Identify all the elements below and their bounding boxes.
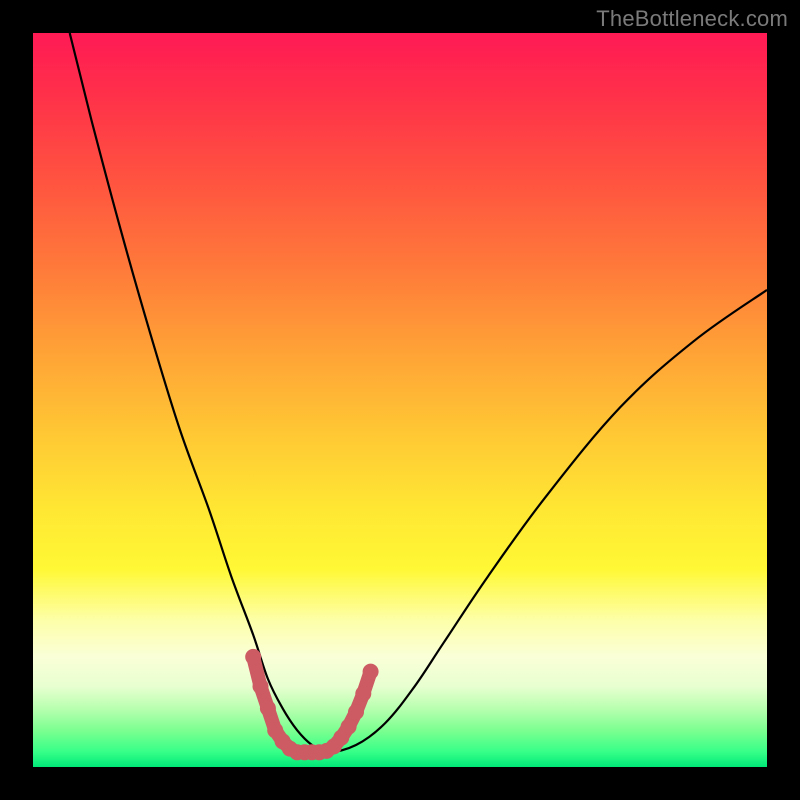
watermark-text: TheBottleneck.com xyxy=(596,6,788,32)
optimal-marker xyxy=(253,678,269,694)
optimal-marker xyxy=(363,664,379,680)
optimal-marker xyxy=(245,649,261,665)
chart-plot-area xyxy=(33,33,767,767)
optimal-marker xyxy=(348,704,364,720)
optimal-marker xyxy=(260,700,276,716)
bottleneck-curve xyxy=(70,33,767,752)
chart-frame: TheBottleneck.com xyxy=(0,0,800,800)
optimal-marker xyxy=(355,686,371,702)
chart-overlay-svg xyxy=(33,33,767,767)
optimal-marker xyxy=(341,719,357,735)
